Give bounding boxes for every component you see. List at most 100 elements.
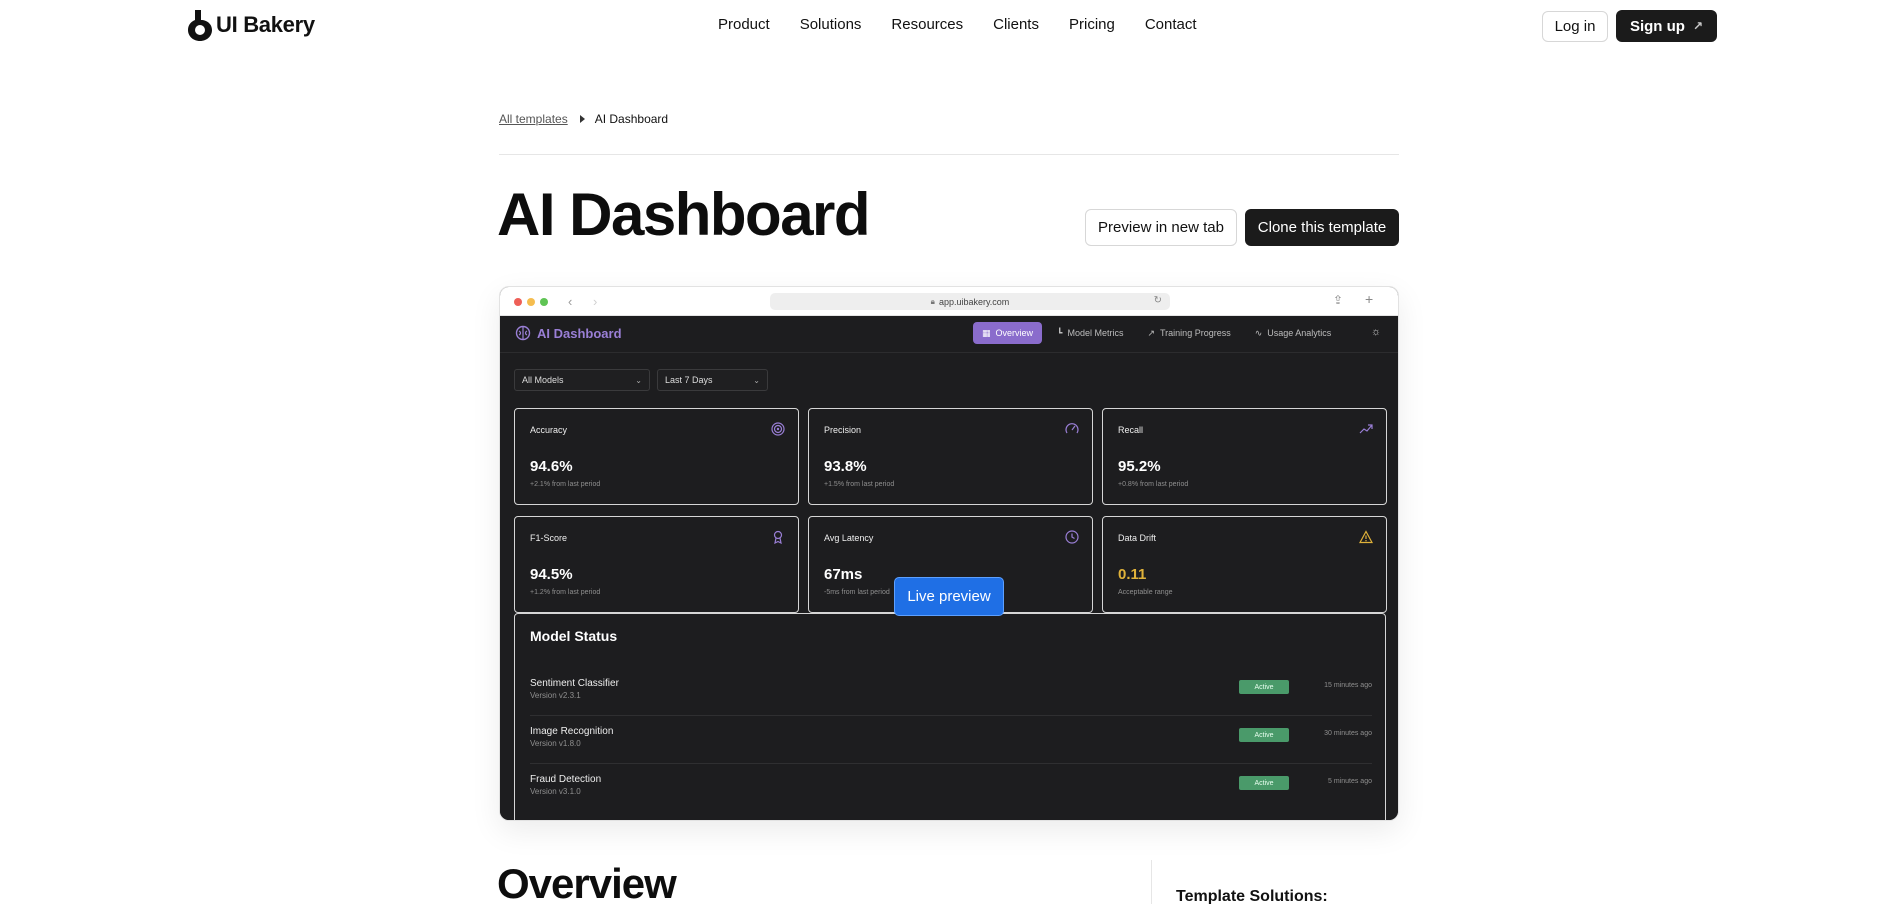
app-tabs: ▦ Overview ┗ Model Metrics ↗ Training Pr…: [973, 322, 1340, 344]
browser-chrome: ‹ › 🔒︎ app.uibakery.com ↻ ⇪ +: [500, 287, 1398, 316]
card-title: Precision: [824, 425, 862, 435]
card-value: 93.8%: [824, 458, 867, 475]
tab-training-progress[interactable]: ↗ Training Progress: [1138, 322, 1239, 344]
model-name: Fraud Detection: [530, 774, 602, 785]
ai-dashboard-app: AI Dashboard ▦ Overview ┗ Model Metrics …: [500, 316, 1398, 820]
breadcrumb-current: AI Dashboard: [594, 112, 669, 126]
preview-new-tab-button[interactable]: Preview in new tab: [1085, 209, 1237, 246]
tab-overview[interactable]: ▦ Overview: [973, 322, 1043, 344]
divider: [499, 154, 1399, 155]
breadcrumb-all-templates[interactable]: All templates: [499, 112, 568, 126]
menu-item-product[interactable]: Product: [718, 16, 770, 33]
refresh-icon: ↻: [1153, 295, 1162, 306]
metric-card-data-drift: Data Drift 0.11 Acceptable range: [1102, 516, 1387, 613]
live-preview-button[interactable]: Live preview: [894, 577, 1004, 616]
award-icon: [773, 530, 783, 544]
clone-template-button[interactable]: Clone this template: [1245, 209, 1399, 246]
chevron-down-icon: ⌄: [635, 375, 642, 385]
activity-icon: ∿: [1254, 327, 1263, 338]
status-badge: Active: [1239, 728, 1289, 742]
logo[interactable]: UI Bakery: [188, 8, 315, 42]
model-name: Image Recognition: [530, 726, 614, 737]
signup-label: Sign up: [1629, 17, 1685, 35]
bar-chart-icon: ┗: [1057, 327, 1063, 338]
lock-icon: 🔒︎: [930, 296, 935, 306]
url-bar: 🔒︎ app.uibakery.com ↻: [770, 293, 1170, 310]
share-icon: ⇪: [1333, 293, 1344, 307]
card-title: Recall: [1118, 425, 1144, 435]
back-arrow-icon: ‹: [568, 294, 573, 309]
menu-item-resources[interactable]: Resources: [891, 16, 963, 33]
warning-icon: [1359, 530, 1373, 544]
brand-name: UI Bakery: [216, 12, 315, 37]
model-version: Version v3.1.0: [530, 787, 581, 796]
overview-heading: Overview: [497, 860, 677, 904]
tab-label: Usage Analytics: [1267, 328, 1332, 338]
metric-card-precision: Precision 93.8% +1.5% from last period: [808, 408, 1093, 505]
last-updated: 15 minutes ago: [1324, 682, 1372, 689]
tab-usage-analytics[interactable]: ∿ Usage Analytics: [1246, 322, 1341, 344]
last-updated: 5 minutes ago: [1328, 778, 1372, 785]
menu-item-pricing[interactable]: Pricing: [1069, 16, 1115, 33]
ui-bakery-logo-icon: [188, 10, 212, 41]
model-status-panel: Model Status Sentiment Classifier Versio…: [514, 613, 1386, 820]
card-change: +1.2% from last period: [530, 589, 601, 596]
section-divider: [1151, 860, 1152, 904]
metric-card-recall: Recall 95.2% +0.8% from last period: [1102, 408, 1387, 505]
brain-icon: [515, 325, 531, 341]
status-badge: Active: [1239, 776, 1289, 790]
url-text: app.uibakery.com: [938, 296, 1010, 307]
minimize-dot-icon: [527, 298, 535, 306]
model-status-row[interactable]: Fraud Detection Version v3.1.0 Active 5 …: [530, 766, 1372, 812]
tab-model-metrics[interactable]: ┗ Model Metrics: [1048, 322, 1132, 344]
app-header: AI Dashboard ▦ Overview ┗ Model Metrics …: [500, 316, 1398, 353]
app-brand: AI Dashboard: [515, 325, 622, 341]
new-tab-plus-icon: +: [1365, 291, 1374, 307]
target-icon: [771, 422, 785, 436]
tab-label: Model Metrics: [1067, 328, 1124, 338]
card-change: +0.8% from last period: [1118, 481, 1189, 488]
menu-item-clients[interactable]: Clients: [993, 16, 1039, 33]
template-preview-frame: ‹ › 🔒︎ app.uibakery.com ↻ ⇪ + AI Dashboa…: [499, 286, 1399, 821]
card-change: +2.1% from last period: [530, 481, 601, 488]
card-title: Avg Latency: [824, 533, 874, 543]
model-status-row[interactable]: Sentiment Classifier Version v2.3.1 Acti…: [530, 670, 1372, 716]
caret-right-icon: [579, 115, 585, 123]
signup-button[interactable]: Sign up ↗: [1616, 10, 1717, 42]
model-version: Version v2.3.1: [530, 691, 581, 700]
model-select[interactable]: All Models ⌄: [514, 369, 650, 391]
template-solutions-heading: Template Solutions:: [1176, 888, 1328, 904]
theme-toggle-icon[interactable]: ☼: [1371, 326, 1381, 338]
metric-card-accuracy: Accuracy 94.6% +2.1% from last period: [514, 408, 799, 505]
card-value: 0.11: [1118, 566, 1147, 583]
card-value: 94.5%: [530, 566, 573, 583]
model-status-title: Model Status: [530, 628, 618, 644]
gauge-icon: [1065, 423, 1079, 434]
card-change: Acceptable range: [1118, 589, 1173, 596]
model-status-row[interactable]: Image Recognition Version v1.8.0 Active …: [530, 718, 1372, 764]
date-range-select[interactable]: Last 7 Days ⌄: [657, 369, 768, 391]
app-title: AI Dashboard: [537, 325, 622, 341]
clock-icon: [1065, 530, 1079, 544]
trend-icon: ↗: [1147, 327, 1156, 338]
chevron-down-icon: ⌄: [753, 375, 760, 385]
forward-arrow-icon: ›: [593, 294, 598, 309]
model-version: Version v1.8.0: [530, 739, 581, 748]
grid-icon: ▦: [982, 327, 991, 338]
tab-label: Overview: [995, 328, 1034, 338]
trending-up-icon: [1359, 424, 1373, 434]
site-header: UI Bakery Product Solutions Resources Cl…: [0, 0, 1896, 52]
date-range-value: Last 7 Days: [665, 375, 713, 385]
model-select-value: All Models: [522, 375, 564, 385]
card-title: F1-Score: [530, 533, 568, 543]
menu-item-solutions[interactable]: Solutions: [800, 16, 862, 33]
breadcrumb: All templates AI Dashboard: [499, 112, 668, 126]
status-badge: Active: [1239, 680, 1289, 694]
maximize-dot-icon: [540, 298, 548, 306]
menu-item-contact[interactable]: Contact: [1145, 16, 1197, 33]
card-value: 95.2%: [1118, 458, 1161, 475]
login-button[interactable]: Log in: [1542, 11, 1608, 42]
card-title: Accuracy: [530, 425, 568, 435]
card-change: -5ms from last period: [824, 589, 890, 596]
main-menu: Product Solutions Resources Clients Pric…: [718, 16, 1227, 33]
